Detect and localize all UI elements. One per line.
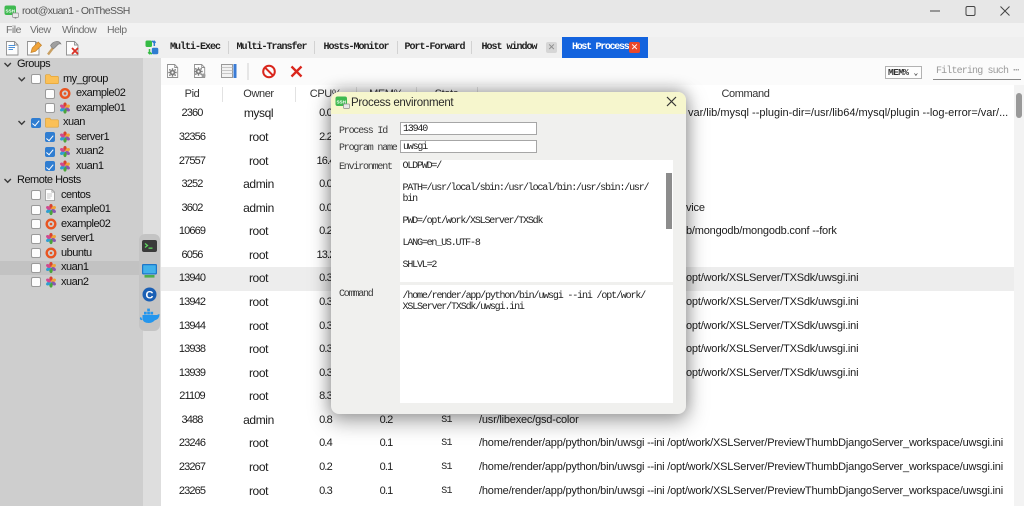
svg-text:C: C bbox=[146, 290, 154, 302]
